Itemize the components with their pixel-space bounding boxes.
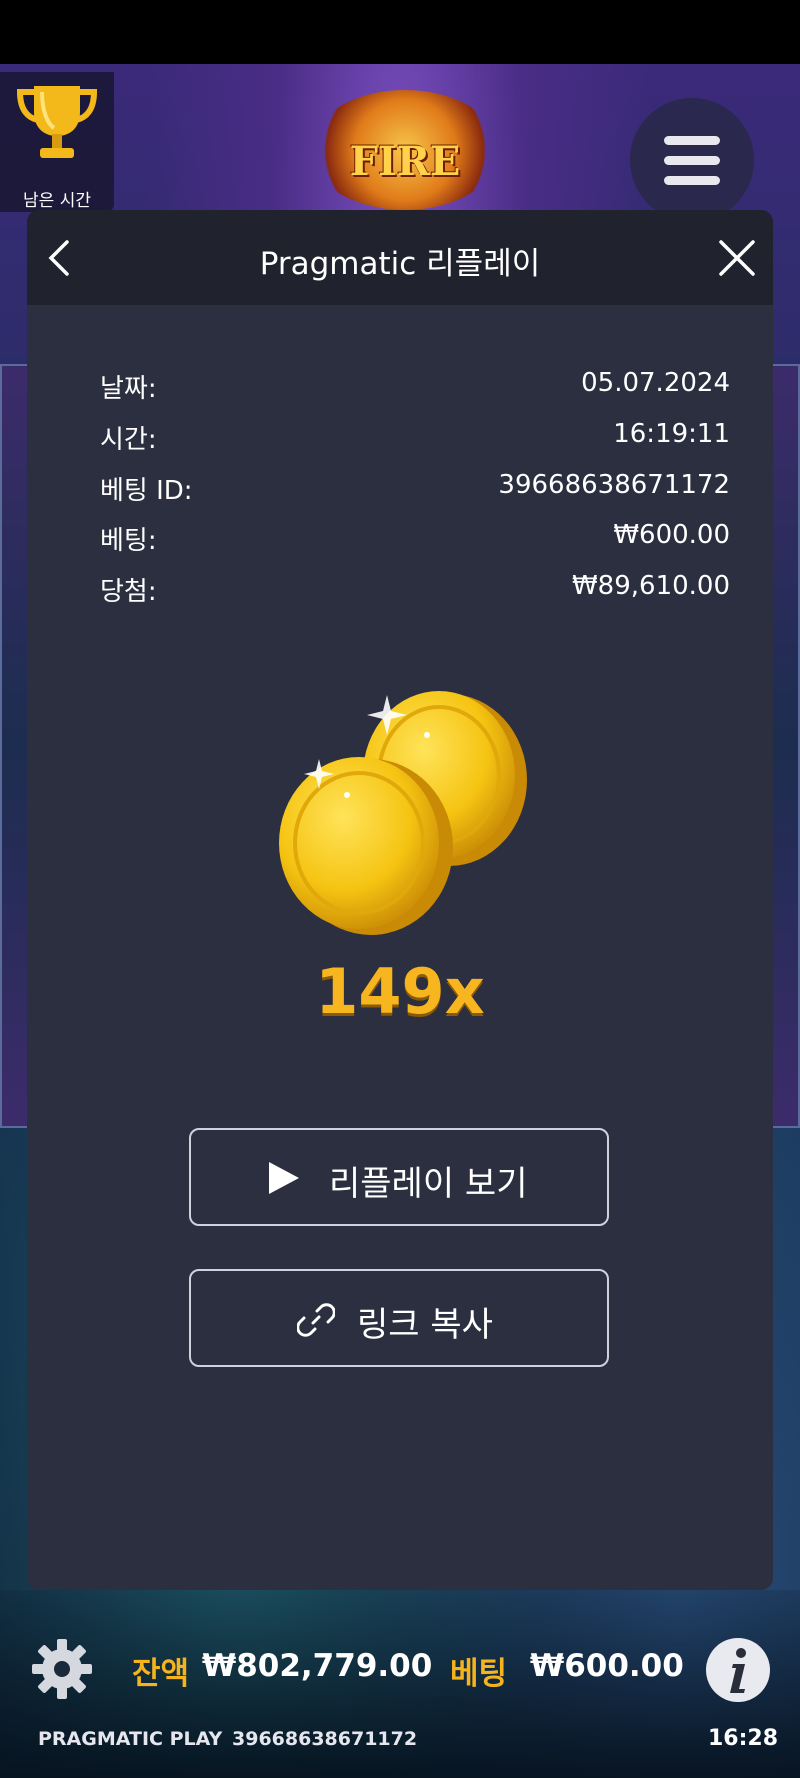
- game-logo: FIRE: [310, 90, 500, 210]
- remaining-time-label: 남은 시간: [23, 191, 91, 211]
- logo-text: FIRE: [349, 138, 461, 185]
- copy-link-button[interactable]: 링크 복사: [189, 1269, 609, 1367]
- watch-replay-label: 리플레이 보기: [329, 1164, 528, 1204]
- watch-replay-button[interactable]: 리플레이 보기: [189, 1128, 609, 1226]
- date-value: 05.07.2024: [581, 368, 730, 398]
- win-multiplier: 149x: [315, 955, 485, 1028]
- time-value: 16:19:11: [613, 419, 730, 449]
- brand-label: PRAGMATIC PLAY: [38, 1728, 223, 1750]
- reel-frame-left: [0, 364, 30, 1128]
- round-id: 39668638671172: [232, 1728, 418, 1750]
- time-row: 시간: 16:19:11: [100, 419, 730, 459]
- win-value: ₩89,610.00: [571, 571, 730, 601]
- bet-id-row: 베팅 ID: 39668638671172: [100, 470, 730, 510]
- bet-amount-label: 베팅: [450, 1656, 508, 1692]
- win-row: 당첨: ₩89,610.00: [100, 571, 730, 611]
- play-icon: [269, 1162, 299, 1194]
- replay-modal: Pragmatic 리플레이 날짜: 05.07.2024 시간: 16:19:…: [27, 210, 773, 1590]
- menu-button[interactable]: [630, 98, 754, 222]
- modal-title: Pragmatic 리플레이: [259, 246, 541, 282]
- time-label: 시간:: [100, 425, 157, 455]
- date-row: 날짜: 05.07.2024: [100, 368, 730, 408]
- link-icon: [297, 1303, 335, 1337]
- clock: 16:28: [708, 1726, 779, 1751]
- bet-id-value: 39668638671172: [498, 470, 730, 500]
- modal-header: Pragmatic 리플레이: [27, 210, 773, 305]
- balance-label: 잔액: [132, 1656, 190, 1692]
- reel-frame-right: [770, 364, 800, 1128]
- gold-coins-icon: [279, 691, 527, 935]
- balance-value: ₩802,779.00: [202, 1648, 433, 1684]
- menu-icon: [664, 136, 720, 145]
- date-label: 날짜:: [100, 374, 157, 404]
- copy-link-label: 링크 복사: [357, 1305, 493, 1345]
- win-label: 당첨:: [100, 577, 157, 607]
- info-icon[interactable]: [705, 1637, 771, 1703]
- bet-value: ₩600.00: [613, 520, 730, 550]
- bet-amount-value: ₩600.00: [530, 1648, 684, 1684]
- trophy-icon: [16, 86, 98, 158]
- bet-row: 베팅: ₩600.00: [100, 520, 730, 560]
- bet-label: 베팅:: [100, 526, 157, 556]
- gear-icon[interactable]: [30, 1637, 94, 1701]
- bottom-bar: 잔액 ₩802,779.00 베팅 ₩600.00 PRAGMATIC PLAY…: [0, 1590, 800, 1778]
- bet-id-label: 베팅 ID:: [100, 476, 193, 506]
- close-icon[interactable]: [715, 236, 759, 280]
